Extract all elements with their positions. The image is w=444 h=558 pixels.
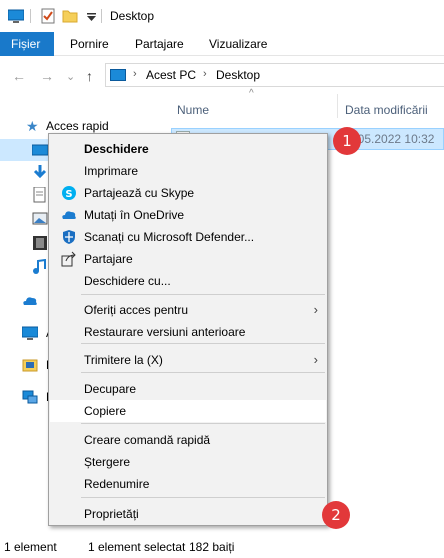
status-bar: 1 element 1 element selectat 182 baiți [0, 534, 444, 558]
status-item-count: 1 element [4, 540, 57, 554]
sort-ascending-icon: ^ [249, 88, 254, 99]
step-badge-1: 1 [333, 127, 361, 155]
skype-icon: S [61, 185, 77, 201]
status-size: 182 baiți [189, 540, 235, 554]
chevron-right-icon[interactable]: › [133, 68, 137, 80]
menu-item-label: Scanați cu Microsoft Defender... [84, 230, 255, 244]
column-divider[interactable] [337, 94, 338, 118]
defender-icon [61, 229, 77, 245]
menu-item-label: Decupare [84, 382, 137, 396]
menu-item-partajare[interactable]: Partajare [50, 248, 326, 270]
menu-item-stergere[interactable]: Ștergere [50, 451, 326, 473]
documents-icon[interactable] [32, 186, 48, 203]
menu-item-imprimare[interactable]: Imprimare [50, 160, 326, 182]
menu-item-label: Redenumire [84, 477, 150, 491]
menu-item-restaurare-versiuni-anterioare[interactable]: Restaurare versiuni anterioare [50, 321, 326, 343]
menu-separator [81, 294, 325, 295]
address-bar[interactable]: › Acest PC › Desktop [105, 63, 444, 87]
new-folder-icon[interactable] [62, 8, 78, 24]
menu-item-label: Ștergere [84, 455, 131, 469]
menu-separator [81, 423, 325, 424]
menu-item-label: Proprietăți [84, 507, 139, 521]
menu-item-label: Partajare [84, 252, 133, 266]
svg-text:S: S [65, 189, 72, 200]
breadcrumb-desktop[interactable]: Desktop [216, 68, 260, 82]
menu-item-creare-comanda-rapida[interactable]: Creare comandă rapidă [50, 429, 326, 451]
chevron-right-icon: › [313, 302, 318, 317]
context-menu: Deschidere Imprimare S Partajează cu Skype M… [48, 133, 328, 526]
menu-item-label: Partajează cu Skype [84, 186, 195, 200]
step-badge-2: 2 [322, 501, 350, 529]
ribbon-tabs: Fișier Pornire Partajare Vizualizare [0, 32, 444, 56]
computer-icon[interactable] [7, 8, 25, 24]
forward-icon[interactable]: → [40, 68, 54, 84]
computer-icon [110, 69, 126, 81]
divider [30, 9, 31, 23]
share-icon [61, 251, 77, 267]
menu-item-label: Creare comandă rapidă [84, 433, 211, 447]
up-icon[interactable]: ↑ [86, 68, 93, 84]
downloads-icon[interactable] [32, 164, 48, 180]
onedrive-icon[interactable] [22, 293, 38, 309]
onedrive-icon [61, 207, 77, 223]
menu-item-label: Copiere [84, 404, 127, 418]
title-bar: Desktop [0, 0, 444, 32]
properties-icon[interactable] [40, 8, 56, 24]
status-selected: 1 element selectat [88, 540, 186, 554]
music-icon[interactable] [32, 258, 48, 275]
menu-item-partajeaza-cu-skype[interactable]: S Partajează cu Skype [50, 182, 326, 204]
desktop-icon [31, 142, 49, 158]
menu-item-label: Mutați în OneDrive [84, 208, 185, 222]
window-title: Desktop [110, 9, 155, 23]
address-row: ← → ⌄ ↑ › Acest PC › Desktop [0, 56, 444, 94]
menu-separator [81, 372, 325, 373]
menu-item-decupare[interactable]: Decupare [50, 378, 326, 400]
menu-item-deschidere[interactable]: Deschidere [50, 138, 326, 160]
tab-view[interactable]: Vizualizare [198, 32, 278, 56]
menu-item-label: Trimitere la (X) [84, 353, 163, 367]
menu-item-oferiti-acces-pentru[interactable]: Oferiți acces pentru › [50, 299, 326, 321]
tab-share[interactable]: Partajare [124, 32, 195, 56]
divider [101, 9, 102, 23]
menu-item-copiere[interactable]: Copiere [50, 400, 326, 422]
menu-separator [81, 497, 325, 498]
menu-item-label: Restaurare versiuni anterioare [84, 325, 246, 339]
menu-item-scanati-cu-microsoft-defender[interactable]: Scanați cu Microsoft Defender... [50, 226, 326, 248]
tab-file[interactable]: Fișier [0, 32, 54, 56]
star-icon: ★ [26, 118, 39, 134]
menu-item-redenumire[interactable]: Redenumire [50, 473, 326, 495]
menu-item-trimitere-la-x[interactable]: Trimitere la (X) › [50, 349, 326, 371]
nav-item-quick-access[interactable]: Acces rapid [46, 119, 109, 133]
chevron-right-icon: › [313, 352, 318, 367]
menu-item-deschidere-cu[interactable]: Deschidere cu... [50, 270, 326, 292]
column-header-name[interactable]: Nume [177, 103, 209, 117]
column-header-date[interactable]: Data modificării [345, 103, 428, 117]
menu-item-label: Deschidere cu... [84, 274, 171, 288]
back-icon[interactable]: ← [12, 68, 26, 84]
menu-item-label: Oferiți acces pentru [84, 303, 189, 317]
menu-item-mutati-in-onedrive[interactable]: Mutați în OneDrive [50, 204, 326, 226]
menu-item-label: Imprimare [84, 164, 139, 178]
network-icon[interactable] [22, 389, 38, 405]
tab-home[interactable]: Pornire [59, 32, 120, 56]
breadcrumb-this-pc[interactable]: Acest PC [146, 68, 196, 82]
menu-item-label: Deschidere [84, 142, 149, 156]
pictures-icon[interactable] [32, 211, 48, 227]
menu-separator [81, 343, 325, 344]
customize-toolbar-icon[interactable] [84, 8, 100, 24]
libraries-icon[interactable] [22, 357, 38, 373]
this-pc-icon[interactable] [21, 325, 39, 341]
menu-item-proprietati[interactable]: Proprietăți [50, 503, 326, 525]
chevron-right-icon[interactable]: › [203, 68, 207, 80]
videos-icon[interactable] [32, 235, 48, 251]
recent-locations-icon[interactable]: ⌄ [66, 70, 75, 83]
